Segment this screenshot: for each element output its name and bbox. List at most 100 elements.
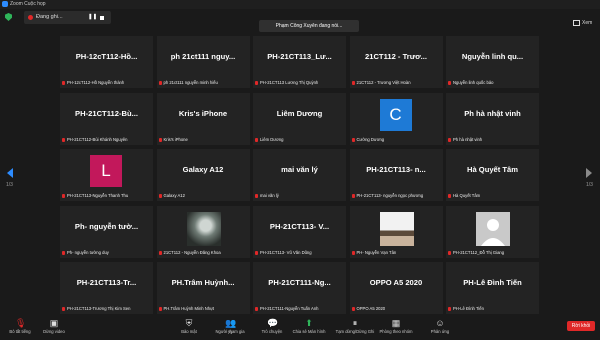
- muted-microphone-icon: [255, 250, 258, 255]
- participant-label-text: PH-21CT113-Trương Thị Kim Sen: [67, 306, 131, 311]
- participant-name-label: 21CT112 - Nguyễn Đăng Khoa: [158, 249, 248, 256]
- participant-label-text: Ph hà nhật vinh: [453, 136, 483, 142]
- meeting-toolbar: 🎙 Bỏ tắt tiếng ▣ Dừng video ⛨ Bảo mật 👥7…: [0, 317, 600, 338]
- participant-label-text: Kris's iPhone: [163, 136, 188, 142]
- participant-name-label: PH-21CT112_Đỗ Thị Giang: [448, 249, 537, 256]
- share-screen-button[interactable]: ⬆ Chia sẻ Màn hình: [289, 318, 329, 334]
- participant-name-label: Ph- nguyễn tường duy: [62, 249, 151, 256]
- participant-tile[interactable]: PH-21CT113-Tr... PH-21CT113-Trương Thị Ki…: [60, 262, 153, 314]
- share-screen-icon: ⬆: [305, 318, 313, 328]
- view-label: Xem: [582, 20, 593, 26]
- chat-button[interactable]: 💬 Trò chuyện: [252, 318, 292, 334]
- participant-display-name: OPPO A5 2020: [369, 278, 423, 287]
- participant-display-name: PH-21CT112-Bù...: [75, 108, 138, 118]
- participants-button[interactable]: 👥71 Người tham gia: [210, 318, 250, 335]
- participant-name-label: PH-21CT113- Vũ Văn Dũng: [255, 249, 344, 256]
- participant-tile[interactable]: Hà Quyết Tâm Hà Quyết Tâm: [446, 149, 539, 201]
- stop-recording-icon[interactable]: [100, 16, 104, 20]
- page-indicator-right: 1/3: [586, 182, 593, 188]
- participant-name-label: PH-21CT113-Trương Thị Kim Sen: [62, 305, 151, 312]
- participant-tile[interactable]: PH- Nguyễn Vạn Tân: [349, 205, 443, 258]
- participant-name-label: ph 21ct111 nguyễn minh hiếu: [158, 79, 248, 86]
- participant-tile[interactable]: PH-12cT112-Hồ... PH-12cT112-Hồ Nguyễn thà…: [60, 36, 153, 88]
- participant-display-name: PH-21CT111-Ng...: [268, 278, 331, 287]
- participant-display-name: PH-Lê Đình Tiến: [463, 278, 522, 287]
- participant-tile[interactable]: PH-21CT113- n... PH-21CT113- nguyễn ngọc …: [349, 149, 443, 201]
- muted-microphone-icon: [158, 250, 162, 255]
- participant-tile[interactable]: PH-21CT111-Ng... PH-21CT111-Nguyễn Tuấn A…: [253, 262, 346, 314]
- muted-microphone-icon: [255, 194, 258, 198]
- breakout-rooms-button[interactable]: ▦ Phòng theo nhóm: [376, 318, 416, 334]
- participant-tile[interactable]: ph 21ct111 nguy... ph 21ct111 nguyễn minh…: [156, 36, 250, 88]
- participant-display-name: Hà Quyết Tâm: [466, 165, 519, 174]
- participant-display-name: ph 21ct111 nguy...: [170, 52, 236, 61]
- participant-tile[interactable]: OPPO A5 2020 OPPO A5 2020: [349, 262, 443, 314]
- participant-name-label: Hà Quyết Tâm: [448, 192, 537, 199]
- participant-tile[interactable]: Kris's iPhone Kris's iPhone: [156, 92, 250, 145]
- participant-name-label: Liêm Dương: [255, 136, 344, 143]
- participant-label-text: PH-21CT113- nguyễn ngọc phương: [356, 193, 424, 198]
- participant-tile[interactable]: Ph- nguyễn tườ... Ph- nguyễn tường duy: [60, 205, 153, 258]
- participant-label-text: ph 21ct111 nguyễn minh hiếu: [163, 80, 218, 85]
- participant-display-name: PH-21CT113_Lư...: [267, 52, 332, 61]
- video-camera-icon: ▣: [49, 318, 59, 328]
- pause-recording-icon[interactable]: ❚❚: [88, 14, 97, 20]
- security-button[interactable]: ⛨ Bảo mật: [169, 318, 209, 334]
- participant-label-text: PH-21CT112-Bùi Khánh Nguyên: [67, 136, 128, 142]
- participant-tile[interactable]: C Cường Dương: [349, 92, 443, 145]
- pause-stop-recording-button[interactable]: ⏸ Tạm dừng/Dừng Ghi: [335, 318, 375, 334]
- participant-label-text: PH-21CT111-Nguyễn Tuấn Anh: [260, 306, 319, 311]
- grid-view-icon: [573, 19, 580, 26]
- participant-tile[interactable]: PH-21CT113- V... PH-21CT113- Vũ Văn Dũng: [253, 205, 346, 258]
- video-button[interactable]: ▣ Dừng video: [34, 318, 74, 334]
- participant-label-text: Liêm Dương: [260, 136, 284, 142]
- reactions-button[interactable]: ☺ Phản ứng: [420, 318, 460, 334]
- muted-microphone-icon: [351, 307, 355, 311]
- security-shield-icon[interactable]: [5, 13, 12, 21]
- participant-photo: [476, 211, 510, 246]
- participant-tile[interactable]: PH-21CT112-Bù... PH-21CT112-Bùi Khánh Ngu…: [60, 92, 153, 145]
- participant-tile[interactable]: L PH-21CT113-Nguyễn Thanh Thu: [60, 149, 153, 201]
- participant-tile[interactable]: PH-21CT112_Đỗ Thị Giang: [446, 205, 539, 258]
- participant-name-label: PH-Lê Đình Tiến: [448, 305, 537, 312]
- participant-label-text: Nguyễn linh quốc bảo: [453, 80, 494, 85]
- participants-icon: 👥71: [225, 318, 237, 335]
- breakout-rooms-icon: ▦: [391, 318, 401, 328]
- participant-name-label: Galaxy A12: [158, 192, 248, 199]
- muted-microphone-icon: [351, 194, 355, 198]
- participant-gallery: PH-12cT112-Hồ... PH-12cT112-Hồ Nguyễn thà…: [60, 36, 540, 314]
- view-button[interactable]: Xem: [573, 19, 592, 28]
- next-page-arrow-icon[interactable]: [586, 168, 592, 178]
- participant-display-name: PH-21CT113-Tr...: [76, 278, 137, 287]
- participant-name-label: OPPO A5 2020: [351, 305, 441, 312]
- participant-tile[interactable]: mai văn lý mai văn lý: [253, 149, 346, 201]
- participant-tile[interactable]: Galaxy A12 Galaxy A12: [156, 149, 250, 201]
- zoom-logo-icon: [2, 1, 8, 7]
- participant-label-text: PH-21CT113-Nguyễn Thanh Thu: [67, 193, 129, 198]
- participant-tile[interactable]: Liêm Dương Liêm Dương: [253, 92, 346, 145]
- leave-meeting-button[interactable]: Rời khỏi: [567, 321, 595, 331]
- muted-microphone-icon: [62, 250, 65, 255]
- participant-name-label: PH- Nguyễn Vạn Tân: [351, 249, 441, 256]
- participant-tile[interactable]: Ph hà nhật vinh Ph hà nhật vinh: [446, 92, 539, 145]
- participant-display-name: Galaxy A12: [182, 165, 224, 174]
- muted-microphone-icon: [255, 137, 258, 142]
- participant-tile[interactable]: Nguyễn linh qu... Nguyễn linh quốc bảo: [446, 36, 539, 88]
- participant-avatar: L: [90, 155, 122, 187]
- participant-label-text: 21CT112 - Trương Việt Hoàn: [356, 80, 411, 85]
- previous-page-arrow-icon[interactable]: [7, 168, 13, 178]
- participant-tile[interactable]: 21CT112 - Trươ... 21CT112 - Trương Việt H…: [349, 36, 443, 88]
- page-indicator-left: 1/3: [6, 182, 13, 188]
- muted-microphone-icon: [158, 307, 162, 311]
- muted-microphone-icon: [158, 194, 162, 198]
- muted-microphone-icon: [351, 81, 355, 85]
- participant-tile[interactable]: 21CT112 - Nguyễn Đăng Khoa: [156, 205, 250, 258]
- muted-microphone-icon: [448, 194, 451, 198]
- participant-label-text: mai văn lý: [260, 193, 279, 198]
- participant-tile[interactable]: PH-21CT113_Lư... PH-21CT113 Lương Thị Quỳ…: [253, 36, 346, 88]
- participant-label-text: 21CT112 - Nguyễn Đăng Khoa: [163, 249, 221, 255]
- participant-tile[interactable]: PH-Lê Đình Tiến PH-Lê Đình Tiến: [446, 262, 539, 314]
- participant-display-name: Ph- nguyễn tườ...: [74, 221, 139, 231]
- participant-tile[interactable]: PH.Trâm Huỳnh... PH.Trâm Huỳnh Minh Nhựt: [156, 262, 250, 314]
- chat-bubble-icon: 💬: [267, 318, 279, 328]
